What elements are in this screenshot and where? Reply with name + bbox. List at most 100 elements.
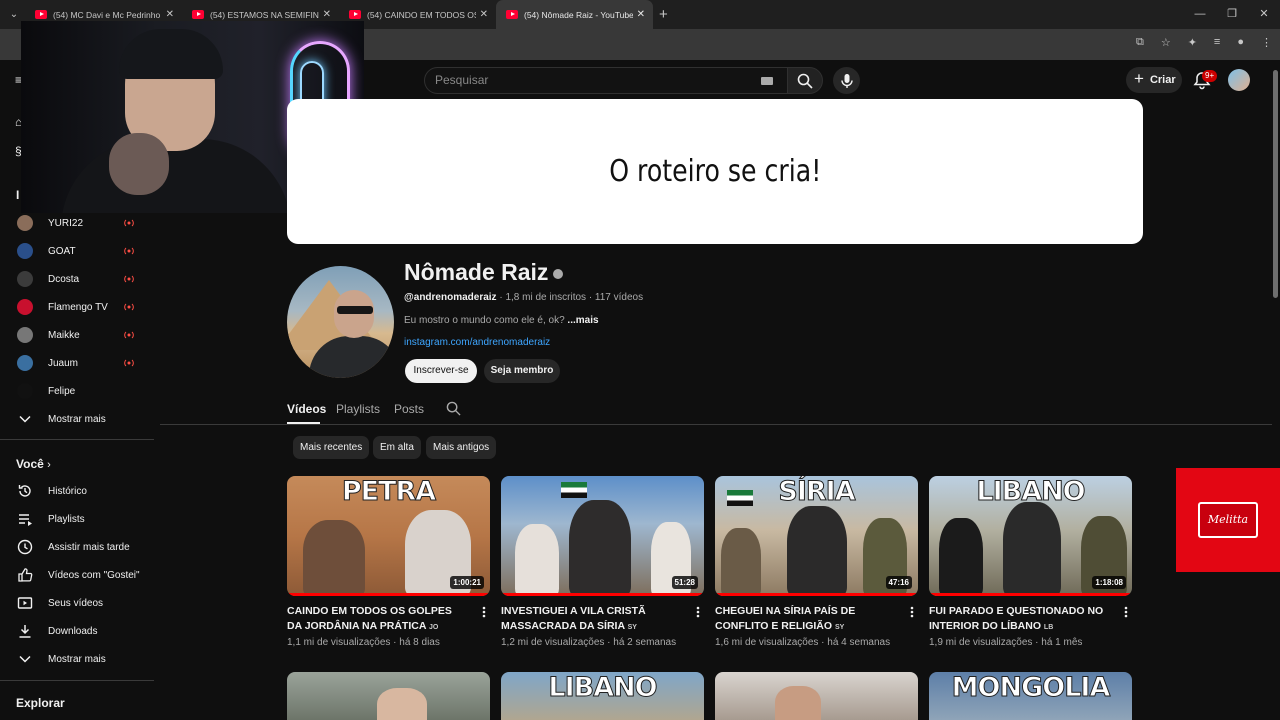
sidebar-item-label: Assistir mais tarde — [48, 541, 130, 553]
sidebar-item-watch-later[interactable]: Assistir mais tarde — [0, 533, 154, 561]
watched-progress-bar — [287, 593, 490, 596]
channel-avatar — [17, 299, 33, 315]
video-menu-icon[interactable] — [907, 605, 917, 619]
description-more-link[interactable]: ...mais — [567, 315, 598, 326]
search-placeholder: Pesquisar — [435, 73, 489, 87]
page-scrollbar[interactable] — [1273, 70, 1278, 298]
thumbnail-text: MONGOLIA — [951, 672, 1111, 704]
video-menu-icon[interactable] — [479, 605, 489, 619]
video-title[interactable]: INVESTIGUEI A VILA CRISTÃ MASSACRADA DA … — [501, 604, 679, 635]
sidebar-item-label: Mostrar mais — [48, 413, 106, 425]
close-window-button[interactable]: ✕ — [1248, 0, 1280, 29]
tab-title: (54) Nômade Raiz - YouTube — [524, 9, 633, 20]
sidebar-item-dcosta[interactable]: Dcosta — [0, 265, 154, 293]
channel-avatar — [17, 355, 33, 371]
you-heading[interactable]: Você › — [16, 457, 51, 471]
sidebar-item-your-videos[interactable]: Seus vídeos — [0, 589, 154, 617]
notifications-badge: 9+ — [1202, 70, 1218, 82]
country-code: JO — [428, 624, 439, 631]
sidebar-item-flamengo-tv[interactable]: Flamengo TV — [0, 293, 154, 321]
chevron-right-icon: › — [47, 459, 51, 471]
playlists-icon — [16, 510, 34, 528]
tab-playlists[interactable]: Playlists — [336, 402, 380, 416]
video-title[interactable]: FUI PARADO E QUESTIONADO NO INTERIOR DO … — [929, 604, 1107, 635]
channel-avatar — [17, 327, 33, 343]
country-code: SY — [627, 624, 637, 631]
streamer-hand — [109, 133, 169, 195]
sidebar-item-goat[interactable]: GOAT — [0, 237, 154, 265]
video-thumbnail[interactable] — [715, 672, 918, 720]
ad-banner[interactable]: Melitta — [1176, 468, 1280, 572]
subscriptions-heading[interactable]: I — [16, 188, 19, 202]
channel-external-link[interactable]: instagram.com/andrenomaderaiz — [404, 337, 550, 348]
live-indicator-icon — [124, 219, 134, 227]
sidebar-item-label: Seus vídeos — [48, 597, 104, 609]
browser-menu-icon[interactable]: ⋮ — [1261, 36, 1272, 49]
subscribe-button[interactable]: Inscrever-se — [405, 359, 477, 383]
create-button[interactable]: + Criar — [1126, 67, 1182, 93]
video-thumbnail[interactable]: LIBANO — [501, 672, 704, 720]
chip-most-recent[interactable]: Mais recentes — [293, 436, 370, 459]
thumbnail-text: SÍRIA — [778, 476, 856, 508]
video-thumbnail[interactable]: 51:28 — [501, 476, 704, 596]
search-icon — [797, 73, 813, 89]
maximize-button[interactable]: ❐ — [1216, 0, 1248, 29]
channel-description[interactable]: Eu mostro o mundo como ele é, ok? ...mai… — [404, 315, 599, 326]
join-member-button[interactable]: Seja membro — [484, 359, 560, 383]
chip-oldest[interactable]: Mais antigos — [426, 436, 497, 459]
sidebar-item-juaum[interactable]: Juaum — [0, 349, 154, 377]
sidebar-show-more-you[interactable]: Mostrar mais — [0, 645, 154, 673]
tab-close-icon[interactable]: ✕ — [637, 9, 645, 20]
media-controls-icon[interactable]: ≡ — [1214, 36, 1220, 49]
video-title-text: CAINDO EM TODOS OS GOLPES DA JORDÂNIA NA… — [287, 605, 452, 632]
sidebar-divider — [0, 439, 154, 440]
video-thumbnail[interactable]: PETRA 1:00:21 — [287, 476, 490, 596]
video-menu-icon[interactable] — [1121, 605, 1131, 619]
thumbs-up-icon — [16, 566, 34, 584]
channel-search-icon[interactable] — [446, 401, 461, 416]
new-tab-button[interactable]: + — [659, 6, 668, 23]
profile-icon[interactable]: ● — [1237, 36, 1244, 49]
video-thumbnail[interactable]: SÍRIA 47:16 — [715, 476, 918, 596]
search-input[interactable]: Pesquisar — [424, 67, 788, 94]
tab-posts[interactable]: Posts — [394, 402, 424, 416]
tab-videos[interactable]: Vídeos — [287, 402, 326, 416]
video-thumbnail[interactable]: MONGOLIA — [929, 672, 1132, 720]
tab-close-icon[interactable]: ✕ — [323, 9, 331, 20]
bookmark-star-icon[interactable]: ☆ — [1161, 36, 1171, 49]
sidebar-item-playlists[interactable]: Playlists — [0, 505, 154, 533]
minimize-button[interactable]: — — [1184, 0, 1216, 29]
streamer-hair — [119, 29, 223, 79]
voice-search-button[interactable] — [833, 67, 860, 94]
tab-close-icon[interactable]: ✕ — [166, 9, 174, 20]
watched-progress-bar — [501, 593, 704, 596]
user-avatar[interactable] — [1228, 69, 1250, 91]
install-app-icon[interactable]: ⧉ — [1136, 36, 1144, 49]
video-thumbnail[interactable] — [287, 672, 490, 720]
sidebar-item-label: Vídeos com "Gostei" — [48, 569, 140, 581]
keyboard-icon[interactable] — [761, 77, 773, 85]
video-title[interactable]: CAINDO EM TODOS OS GOLPES DA JORDÂNIA NA… — [287, 604, 465, 635]
extensions-icon[interactable]: ✦ — [1188, 36, 1197, 49]
sidebar-item-yuri22[interactable]: YURI22 — [0, 209, 154, 237]
sidebar-divider — [0, 680, 154, 681]
sidebar-show-more-subscriptions[interactable]: Mostrar mais — [0, 405, 154, 433]
sidebar-item-liked-videos[interactable]: Vídeos com "Gostei" — [0, 561, 154, 589]
explore-heading: Explorar — [16, 696, 65, 710]
sidebar-item-maikke[interactable]: Maikke — [0, 321, 154, 349]
avatar-person-head — [334, 290, 374, 338]
video-thumbnail[interactable]: LIBANO 1:18:08 — [929, 476, 1132, 596]
youtube-favicon-icon — [506, 10, 518, 19]
sidebar-item-felipe[interactable]: Felipe — [0, 377, 154, 405]
thumbnail-person — [569, 500, 631, 596]
sidebar-item-downloads[interactable]: Downloads — [0, 617, 154, 645]
search-button[interactable] — [787, 67, 823, 94]
tab-close-icon[interactable]: ✕ — [480, 9, 488, 20]
browser-tab-active[interactable]: (54) Nômade Raiz - YouTube ✕ — [496, 0, 653, 29]
chip-popular[interactable]: Em alta — [373, 436, 421, 459]
sidebar-item-history[interactable]: Histórico — [0, 477, 154, 505]
banner-text: O roteiro se cria! — [608, 154, 822, 189]
thumbnail-person — [721, 528, 761, 596]
video-menu-icon[interactable] — [693, 605, 703, 619]
video-title[interactable]: CHEGUEI NA SÍRIA PAÍS DE CONFLITO E RELI… — [715, 604, 893, 635]
